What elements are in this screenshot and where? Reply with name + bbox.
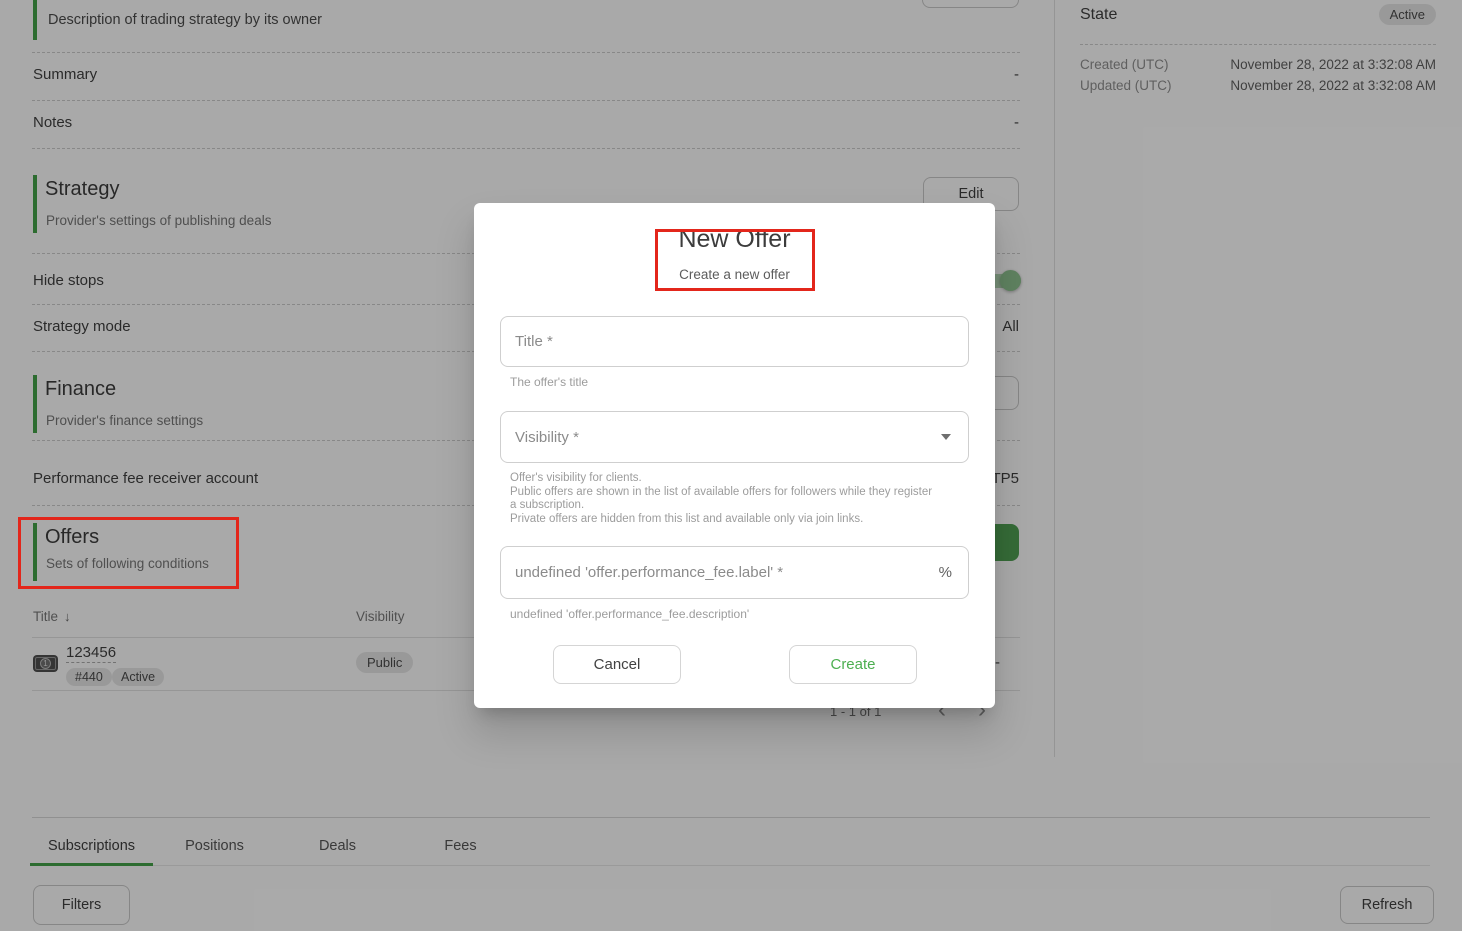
offer-title-field <box>500 316 969 367</box>
performance-fee-field: % <box>500 546 969 599</box>
visibility-select[interactable]: Visibility * <box>500 411 969 463</box>
chevron-down-icon <box>941 434 951 440</box>
performance-fee-input[interactable] <box>501 547 939 598</box>
annotation-box-modal-title <box>655 229 815 291</box>
strategy-details-page: Description of trading strategy by its o… <box>0 0 1462 931</box>
title-helper-text: The offer's title <box>510 375 588 389</box>
visibility-helper-text: Offer's visibility for clients. Public o… <box>510 472 934 526</box>
fee-helper-text: undefined 'offer.performance_fee.descrip… <box>510 607 749 621</box>
visibility-select-placeholder: Visibility * <box>501 429 941 446</box>
cancel-button[interactable]: Cancel <box>553 645 681 684</box>
percent-suffix: % <box>939 564 968 581</box>
annotation-box-offers <box>18 517 239 589</box>
offer-title-input[interactable] <box>501 317 968 366</box>
create-button[interactable]: Create <box>789 645 917 684</box>
